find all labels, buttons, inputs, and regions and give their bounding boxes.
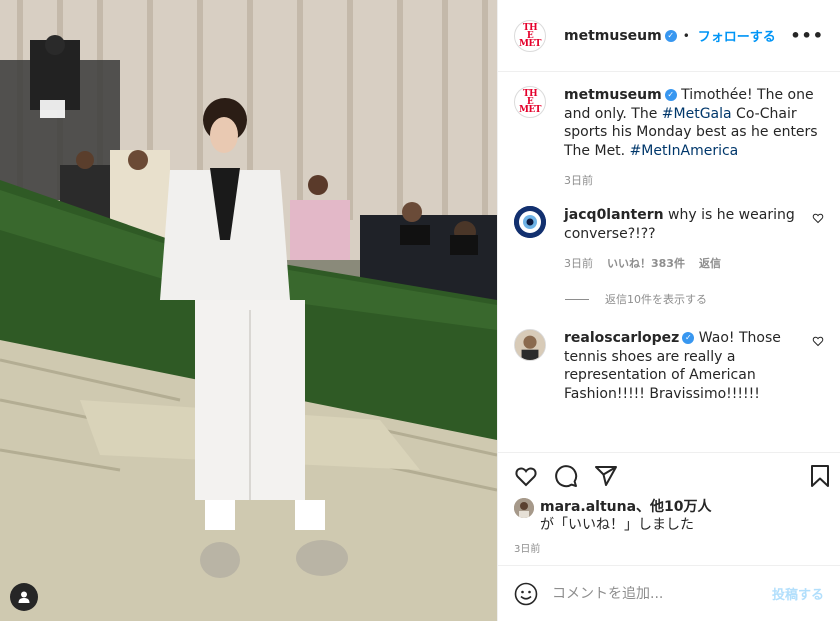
post-button[interactable]: 投稿する: [772, 584, 824, 603]
likes-line2: が「いいね！」しました: [540, 517, 694, 533]
likes-summary: mara.altuna、他10万人 が「いいね！」しました: [498, 498, 840, 534]
view-replies-label[interactable]: 返信10件を表示する: [605, 291, 707, 307]
comment-text: realoscarlopez ✓ Wao! Those tennis shoes …: [564, 329, 804, 403]
instagram-post: TH E MET metmuseum ✓ • フォローする ••• TH E MET m…: [0, 0, 840, 621]
comment-item: jacq0lantern why is he wearing converse?…: [514, 206, 824, 271]
avatar[interactable]: [514, 206, 546, 238]
post-sidebar: TH E MET metmuseum ✓ • フォローする ••• TH E MET m…: [497, 0, 840, 621]
liker-username[interactable]: mara.altuna: [540, 499, 636, 515]
met-logo: TH E MET: [518, 89, 542, 115]
evil-eye-icon: [514, 206, 546, 238]
follow-button[interactable]: フォローする: [698, 26, 776, 45]
comment-composer: 投稿する: [498, 565, 840, 621]
post-header: TH E MET metmuseum ✓ • フォローする •••: [498, 0, 840, 72]
comment-likes[interactable]: いいね！383件: [607, 255, 685, 271]
comment-username[interactable]: jacq0lantern: [564, 207, 664, 223]
likes-text: mara.altuna、他10万人 が「いいね！」しました: [540, 498, 712, 534]
bookmark-icon[interactable]: [808, 464, 832, 488]
divider: [565, 298, 589, 300]
verified-badge-icon: ✓: [664, 29, 677, 42]
like-comment-icon[interactable]: [812, 335, 824, 351]
tagged-user-icon[interactable]: [10, 583, 38, 611]
comment-meta: 3日前 いいね！383件 返信: [564, 255, 804, 271]
caption-meta: 3日前: [564, 172, 824, 188]
verified-badge-icon: ✓: [682, 332, 695, 344]
comment-icon[interactable]: [554, 464, 578, 488]
separator-dot: •: [682, 28, 690, 43]
share-icon[interactable]: [594, 464, 618, 488]
emoji-icon[interactable]: [514, 582, 538, 606]
more-options-icon[interactable]: •••: [790, 26, 824, 45]
likes-count[interactable]: 、他10万人: [636, 499, 711, 515]
liker-avatar[interactable]: [514, 498, 534, 518]
verified-badge-icon: ✓: [664, 89, 677, 101]
view-replies[interactable]: 返信10件を表示する: [565, 291, 824, 307]
avatar[interactable]: TH E MET: [514, 19, 546, 52]
avatar[interactable]: TH E MET: [514, 86, 546, 118]
avatar[interactable]: [514, 329, 546, 361]
user-photo-icon: [515, 330, 545, 360]
hashtag-metgala[interactable]: #MetGala: [662, 106, 732, 122]
comments-list[interactable]: TH E MET metmuseum ✓ Timothée! The one and …: [498, 72, 840, 452]
reply-button[interactable]: 返信: [699, 255, 721, 271]
caption: TH E MET metmuseum ✓ Timothée! The one and …: [514, 86, 824, 188]
hashtag-metinamerica[interactable]: #MetInAmerica: [630, 143, 739, 159]
post-image: [0, 0, 497, 621]
action-bar: [498, 452, 840, 498]
comment-text: jacq0lantern why is he wearing converse?…: [564, 206, 804, 243]
like-comment-icon[interactable]: [812, 212, 824, 228]
post-photo[interactable]: [0, 0, 497, 621]
caption-username[interactable]: metmuseum: [564, 87, 662, 103]
like-icon[interactable]: [514, 464, 538, 488]
caption-text: metmuseum ✓ Timothée! The one and only. T…: [564, 86, 824, 160]
comment-time[interactable]: 3日前: [564, 255, 593, 271]
comment-item: realoscarlopez ✓ Wao! Those tennis shoes …: [514, 329, 824, 403]
met-logo: TH E MET: [518, 22, 542, 49]
caption-time[interactable]: 3日前: [564, 172, 593, 188]
comment-username[interactable]: realoscarlopez: [564, 330, 679, 346]
header-username[interactable]: metmuseum: [564, 28, 662, 44]
comment-input[interactable]: [552, 585, 772, 602]
post-time[interactable]: 3日前: [498, 534, 840, 565]
